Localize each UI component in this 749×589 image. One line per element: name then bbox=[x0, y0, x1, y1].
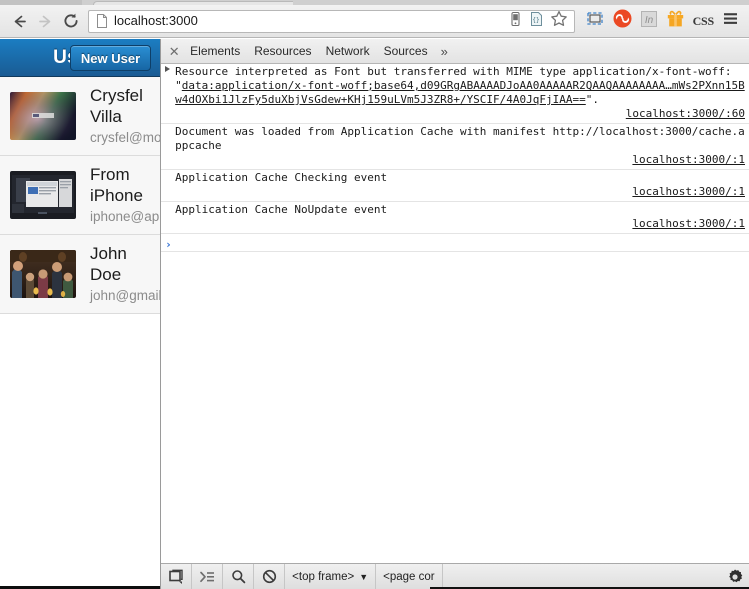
expand-triangle-icon[interactable] bbox=[165, 66, 171, 72]
gift-package-icon[interactable] bbox=[666, 10, 685, 33]
page-source-icon[interactable]: {} bbox=[529, 11, 544, 32]
devtools-tabbar: ✕ Elements Resources Network Sources » bbox=[161, 39, 749, 64]
console-message[interactable]: Document was loaded from Application Cac… bbox=[161, 124, 749, 170]
devtools-footer: <top frame> ▼ <page cor bbox=[161, 563, 749, 589]
devtools-panel: ✕ Elements Resources Network Sources » R… bbox=[161, 39, 749, 589]
css-viewer-icon[interactable]: CSS bbox=[693, 14, 715, 29]
frame-selector-label: <top frame> bbox=[292, 570, 355, 583]
tab-edge-right[interactable] bbox=[293, 0, 493, 5]
console-message-text: Application Cache Checking event bbox=[175, 171, 388, 184]
back-button[interactable] bbox=[6, 8, 32, 34]
new-user-button[interactable]: New User bbox=[69, 45, 152, 71]
console-message-source[interactable]: localhost:3000/:60 bbox=[175, 107, 745, 121]
console-prompt[interactable]: › bbox=[161, 234, 749, 252]
console-log[interactable]: Resource interpreted as Font but transfe… bbox=[161, 64, 749, 563]
console-message[interactable]: Resource interpreted as Font but transfe… bbox=[161, 64, 749, 124]
dock-position-icon[interactable] bbox=[161, 564, 193, 589]
bookmark-star-icon[interactable] bbox=[550, 10, 568, 32]
tab-network[interactable]: Network bbox=[319, 39, 377, 63]
list-item[interactable]: John Doe john@gmail.com bbox=[0, 235, 162, 314]
svg-text:In: In bbox=[644, 15, 653, 26]
list-item-text: Crysfel Villa crysfel@moduscreate.com bbox=[90, 85, 162, 147]
list-item-text: John Doe john@gmail.com bbox=[90, 243, 162, 305]
user-email: crysfel@moduscreate.com bbox=[90, 130, 162, 145]
linkedin-icon[interactable]: In bbox=[640, 10, 658, 33]
page-empty-area bbox=[0, 314, 161, 589]
browser-toolbar: localhost:3000 {} In CSS bbox=[0, 5, 749, 38]
list-item-text: From iPhone iphone@apple.com bbox=[90, 164, 160, 226]
avatar bbox=[10, 250, 76, 298]
console-message-text: Application Cache NoUpdate event bbox=[175, 203, 388, 216]
tab-elements[interactable]: Elements bbox=[183, 39, 247, 63]
chrome-menu-icon[interactable] bbox=[722, 10, 739, 32]
browser-window: localhost:3000 {} In CSS New User Crysfe… bbox=[0, 0, 749, 589]
user-email: john@gmail.com bbox=[90, 288, 162, 303]
tab-strip bbox=[0, 0, 749, 5]
document-icon bbox=[94, 13, 110, 29]
url-text[interactable]: localhost:3000 bbox=[114, 13, 505, 29]
user-list: Crysfel Villa crysfel@moduscreate.com bbox=[0, 77, 162, 314]
tab-edge-left[interactable] bbox=[0, 0, 82, 5]
list-item[interactable]: From iPhone iphone@apple.com bbox=[0, 156, 161, 235]
console-message-text: Document was loaded from Application Cac… bbox=[175, 125, 745, 152]
stumbleupon-icon[interactable] bbox=[613, 9, 632, 33]
chevron-down-icon: ▼ bbox=[359, 571, 369, 582]
user-name: Crysfel Villa bbox=[90, 86, 143, 126]
user-name: John Doe bbox=[90, 244, 127, 284]
extension-toolbar: In CSS bbox=[581, 9, 743, 33]
prompt-chevron-icon: › bbox=[165, 238, 172, 251]
console-message-source[interactable]: localhost:3000/:1 bbox=[175, 185, 745, 199]
user-email: iphone@apple.com bbox=[90, 209, 160, 224]
close-icon[interactable]: ✕ bbox=[165, 45, 183, 58]
mobile-device-icon[interactable] bbox=[508, 11, 523, 32]
clear-console-icon[interactable] bbox=[254, 564, 286, 589]
frame-selector[interactable]: <top frame> ▼ bbox=[285, 564, 377, 589]
more-tabs-icon[interactable]: » bbox=[435, 44, 454, 59]
console-message-source[interactable]: localhost:3000/:1 bbox=[175, 153, 745, 167]
app-header: Users New User bbox=[0, 39, 161, 77]
footer-spacer bbox=[443, 564, 721, 589]
console-drawer-icon[interactable] bbox=[192, 564, 224, 589]
context-selector[interactable]: <page cor bbox=[376, 564, 443, 589]
forward-button[interactable] bbox=[32, 8, 58, 34]
console-message[interactable]: Application Cache NoUpdate event localho… bbox=[161, 202, 749, 234]
tab-sources[interactable]: Sources bbox=[377, 39, 435, 63]
tab-resources[interactable]: Resources bbox=[247, 39, 318, 63]
console-message-suffix: ". bbox=[585, 93, 600, 106]
console-message-source[interactable]: localhost:3000/:1 bbox=[175, 217, 745, 231]
list-item[interactable]: Crysfel Villa crysfel@moduscreate.com bbox=[0, 77, 162, 156]
content-area: Users New User bbox=[0, 39, 749, 589]
user-name: From iPhone bbox=[90, 165, 143, 205]
web-page-pane: Users New User bbox=[0, 39, 162, 589]
avatar bbox=[10, 171, 76, 219]
console-message[interactable]: Application Cache Checking event localho… bbox=[161, 170, 749, 202]
console-message-link[interactable]: data:application/x-font-woff;base64,d09G… bbox=[175, 79, 745, 106]
svg-text:{}: {} bbox=[532, 17, 539, 24]
address-bar[interactable]: localhost:3000 {} bbox=[88, 9, 575, 33]
settings-gear-icon[interactable] bbox=[721, 564, 749, 589]
address-bar-actions: {} bbox=[505, 10, 571, 32]
reload-button[interactable] bbox=[58, 8, 84, 34]
screenshot-capture-icon[interactable] bbox=[585, 10, 605, 33]
search-icon[interactable] bbox=[223, 564, 255, 589]
avatar bbox=[10, 92, 76, 140]
